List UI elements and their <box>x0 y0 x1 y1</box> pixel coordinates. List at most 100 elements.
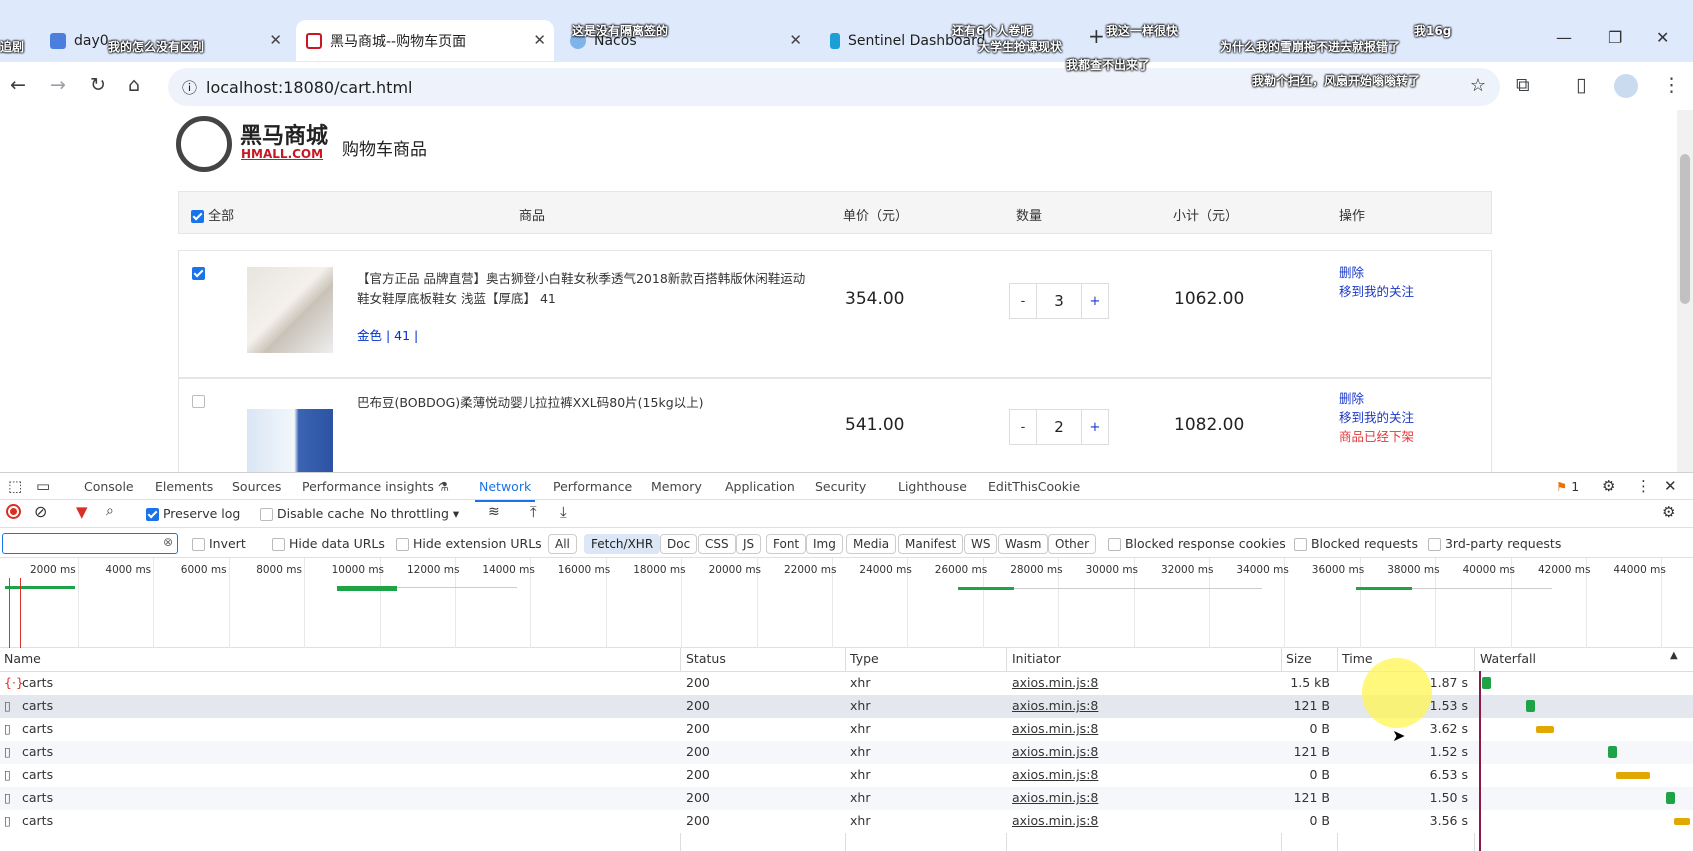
export-har-icon[interactable]: ⤓ <box>560 503 567 521</box>
record-icon[interactable] <box>6 504 21 519</box>
waterfall-bar[interactable] <box>1482 677 1491 689</box>
forward-icon[interactable]: → <box>50 74 66 96</box>
reload-icon[interactable]: ↻ <box>90 74 106 96</box>
delete-link[interactable]: 删除 <box>1339 389 1414 408</box>
filter-manifest[interactable]: Manifest <box>898 534 964 554</box>
table-row[interactable]: ▯ carts 200 xhr axios.min.js:8 121 B 1.50 s <box>0 787 1693 810</box>
qty-value[interactable]: 2 <box>1036 410 1082 444</box>
restore-icon[interactable]: ❐ <box>1608 28 1622 47</box>
filter-other[interactable]: Other <box>1048 534 1097 554</box>
new-tab-button[interactable]: + <box>1088 24 1105 48</box>
filter-media[interactable]: Media <box>846 534 897 554</box>
checkbox-icon[interactable] <box>191 210 204 223</box>
checkbox-icon[interactable] <box>272 538 285 551</box>
filter-font[interactable]: Font <box>766 534 807 554</box>
clear-filter-icon[interactable]: ⊗ <box>163 535 173 549</box>
hide-data-urls-toggle[interactable]: Hide data URLs <box>272 536 385 551</box>
tab-sources[interactable]: Sources <box>232 479 281 494</box>
tab-console[interactable]: Console <box>84 479 134 494</box>
qty-plus-button[interactable]: + <box>1082 284 1108 318</box>
col-name[interactable]: Name <box>4 648 41 671</box>
checkbox-icon[interactable] <box>1294 538 1307 551</box>
waterfall-bar[interactable] <box>1536 726 1554 733</box>
waterfall-bar[interactable] <box>1526 700 1535 712</box>
table-row[interactable]: ▯ carts 200 xhr axios.min.js:8 121 B 1.52 s <box>0 741 1693 764</box>
inspect-icon[interactable]: ⬚ <box>8 477 22 495</box>
import-har-icon[interactable]: ⤒ <box>530 503 537 521</box>
checkbox-icon[interactable] <box>1428 538 1441 551</box>
close-window-icon[interactable]: ✕ <box>1656 28 1669 47</box>
side-panel-icon[interactable]: ▯ <box>1576 74 1586 96</box>
menu-icon[interactable]: ⋮ <box>1662 74 1681 96</box>
bookmark-star-icon[interactable]: ☆ <box>1470 75 1486 96</box>
filter-img[interactable]: Img <box>806 534 843 554</box>
product-name[interactable]: 巴布豆(BOBDOG)柔薄悦动婴儿拉拉裤XXL码80片(15kg以上) <box>357 393 807 413</box>
request-initiator[interactable]: axios.min.js:8 <box>1012 718 1098 740</box>
table-row[interactable]: ▯ carts 200 xhr axios.min.js:8 121 B 1.53 s <box>0 695 1693 718</box>
tab-application[interactable]: Application <box>725 479 795 494</box>
sort-ascending-icon[interactable]: ▲ <box>1670 650 1678 661</box>
table-row[interactable]: ▯ carts 200 xhr axios.min.js:8 0 B 3.62 s <box>0 718 1693 741</box>
avatar[interactable] <box>1614 74 1638 98</box>
filter-fetch-xhr[interactable]: Fetch/XHR <box>584 534 661 554</box>
checkbox-icon[interactable] <box>260 508 273 521</box>
col-initiator[interactable]: Initiator <box>1012 648 1061 671</box>
tab-editthiscookie[interactable]: EditThisCookie <box>988 479 1080 494</box>
col-type[interactable]: Type <box>850 648 879 671</box>
more-options-icon[interactable]: ⋮ <box>1636 477 1651 495</box>
follow-link[interactable]: 移到我的关注 <box>1339 282 1414 301</box>
request-initiator[interactable]: axios.min.js:8 <box>1012 810 1098 832</box>
device-toggle-icon[interactable]: ▭ <box>36 477 50 495</box>
settings-gear-icon[interactable]: ⚙ <box>1602 477 1615 495</box>
waterfall-bar[interactable] <box>1616 772 1650 779</box>
close-devtools-icon[interactable]: ✕ <box>1664 477 1677 495</box>
blocked-requests-toggle[interactable]: Blocked requests <box>1294 536 1418 551</box>
throttling-select[interactable]: No throttling ▾ <box>370 506 459 521</box>
search-icon[interactable]: ⌕ <box>106 503 114 519</box>
item-checkbox[interactable] <box>192 395 205 408</box>
table-row[interactable]: {·} carts 200 xhr axios.min.js:8 1.5 kB 1.87 s <box>0 672 1693 695</box>
delete-link[interactable]: 删除 <box>1339 263 1414 282</box>
hide-ext-urls-toggle[interactable]: Hide extension URLs <box>396 536 542 551</box>
scrollbar-thumb[interactable] <box>1680 154 1690 304</box>
col-waterfall[interactable]: Waterfall <box>1480 648 1536 671</box>
col-size[interactable]: Size <box>1286 648 1312 671</box>
tab-security[interactable]: Security <box>815 479 866 494</box>
request-initiator[interactable]: axios.min.js:8 <box>1012 787 1098 809</box>
filter-all[interactable]: All <box>548 534 577 554</box>
tab-memory[interactable]: Memory <box>651 479 702 494</box>
product-image[interactable] <box>247 409 333 472</box>
brand-domain[interactable]: HMALL.COM <box>241 147 323 161</box>
network-overview[interactable]: 2000 ms 4000 ms 6000 ms 8000 ms 10000 ms 1200… <box>0 558 1693 648</box>
request-initiator[interactable]: axios.min.js:8 <box>1012 672 1098 694</box>
filter-css[interactable]: CSS <box>698 534 736 554</box>
product-name[interactable]: 【官方正品 品牌直营】奥古狮登小白鞋女秋季透气2018新款百搭韩版休闲鞋运动鞋女… <box>357 269 807 309</box>
qty-plus-button[interactable]: + <box>1082 410 1108 444</box>
table-row[interactable]: ▯ carts 200 xhr axios.min.js:8 0 B 3.56 s <box>0 810 1693 833</box>
tab-lighthouse[interactable]: Lighthouse <box>898 479 967 494</box>
checkbox-icon[interactable] <box>146 508 159 521</box>
waterfall-bar[interactable] <box>1666 792 1675 804</box>
disable-cache-toggle[interactable]: Disable cache <box>260 506 364 521</box>
filter-ws[interactable]: WS <box>964 534 998 554</box>
filter-icon[interactable]: ▼ <box>76 503 88 521</box>
tab-performance[interactable]: Performance <box>553 479 632 494</box>
request-initiator[interactable]: axios.min.js:8 <box>1012 764 1098 786</box>
checkbox-icon[interactable] <box>396 538 409 551</box>
request-initiator[interactable]: axios.min.js:8 <box>1012 741 1098 763</box>
table-row[interactable]: ▯ carts 200 xhr axios.min.js:8 0 B 6.53 s <box>0 764 1693 787</box>
issues-badge[interactable]: ⚑ 1 <box>1556 479 1579 494</box>
waterfall-bar[interactable] <box>1674 818 1690 825</box>
follow-link[interactable]: 移到我的关注 <box>1339 408 1414 427</box>
item-checkbox[interactable] <box>192 267 205 280</box>
minimize-icon[interactable]: — <box>1556 28 1572 47</box>
invert-toggle[interactable]: Invert <box>192 536 246 551</box>
col-time[interactable]: Time <box>1342 648 1373 671</box>
clear-icon[interactable]: ⊘ <box>34 502 47 521</box>
tab-cart[interactable]: 黑马商城--购物车页面 ✕ <box>296 20 554 61</box>
close-icon[interactable]: ✕ <box>533 31 546 49</box>
tab-performance-insights[interactable]: Performance insights ⚗ <box>302 479 449 494</box>
tab-network[interactable]: Network <box>474 479 536 502</box>
qty-value[interactable]: 3 <box>1036 284 1082 318</box>
product-image[interactable] <box>247 267 333 353</box>
